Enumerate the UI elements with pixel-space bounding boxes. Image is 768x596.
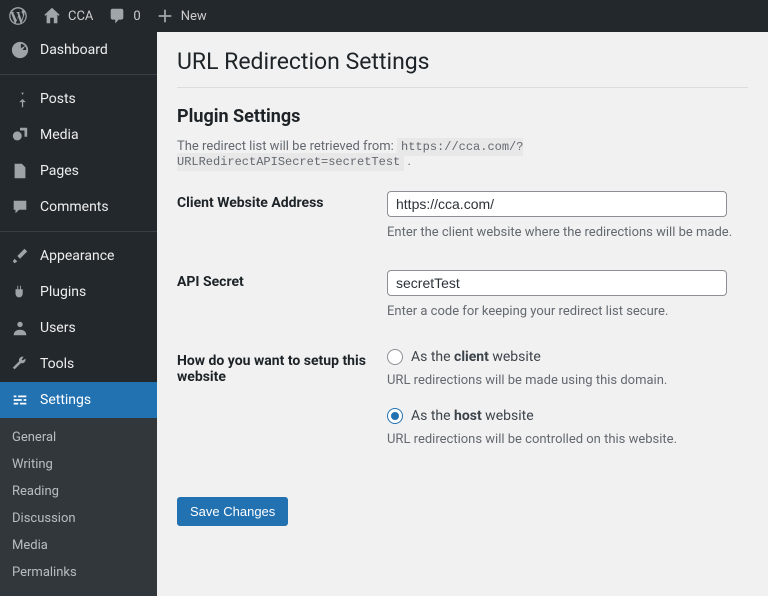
menu-separator xyxy=(0,231,157,232)
row-api-secret: API Secret Enter a code for keeping your… xyxy=(177,270,748,319)
radio-client-website[interactable]: As the client website xyxy=(387,349,748,365)
home-icon xyxy=(42,6,62,26)
comment-count: 0 xyxy=(133,9,140,24)
title-divider xyxy=(177,87,748,88)
sidebar-item-users[interactable]: Users xyxy=(0,310,157,346)
sidebar-item-appearance[interactable]: Appearance xyxy=(0,238,157,274)
comment-icon xyxy=(107,6,127,26)
sidebar-item-label: Settings xyxy=(40,392,91,408)
help-api-secret: Enter a code for keeping your redirect l… xyxy=(387,304,748,319)
radio-icon xyxy=(387,349,403,365)
help-client-address: Enter the client website where the redir… xyxy=(387,225,748,240)
help-client-mode: URL redirections will be made using this… xyxy=(387,373,748,388)
sidebar-item-label: Tools xyxy=(40,356,74,372)
submenu-item-media[interactable]: Media xyxy=(0,532,157,559)
submenu-item-general[interactable]: General xyxy=(0,424,157,451)
page-title: URL Redirection Settings xyxy=(177,48,748,75)
sidebar-item-label: Appearance xyxy=(40,248,114,264)
submenu-item-permalinks[interactable]: Permalinks xyxy=(0,559,157,586)
sidebar-item-dashboard[interactable]: Dashboard xyxy=(0,32,157,68)
sidebar-item-label: Posts xyxy=(40,91,76,107)
section-heading: Plugin Settings xyxy=(177,106,748,127)
pin-icon xyxy=(10,89,30,109)
input-api-secret[interactable] xyxy=(387,270,727,296)
row-setup-mode: How do you want to setup this website As… xyxy=(177,349,748,467)
sidebar-item-plugins[interactable]: Plugins xyxy=(0,274,157,310)
wrench-icon xyxy=(10,354,30,374)
dashboard-icon xyxy=(10,40,30,60)
radio-label: As the client website xyxy=(411,349,541,365)
wp-logo[interactable] xyxy=(8,6,28,26)
sidebar-item-label: Users xyxy=(40,320,76,336)
sidebar-item-label: Dashboard xyxy=(40,42,108,58)
plugin-icon xyxy=(10,282,30,302)
comments-link[interactable]: 0 xyxy=(107,6,140,26)
radio-label: As the host website xyxy=(411,408,534,424)
submenu-item-reading[interactable]: Reading xyxy=(0,478,157,505)
lead-text: The redirect list will be retrieved from… xyxy=(177,139,748,169)
label-api-secret: API Secret xyxy=(177,270,387,290)
main-content: URL Redirection Settings Plugin Settings… xyxy=(157,32,768,576)
input-client-address[interactable] xyxy=(387,191,727,217)
page-icon xyxy=(10,161,30,181)
comments-icon xyxy=(10,197,30,217)
save-button[interactable]: Save Changes xyxy=(177,497,288,526)
user-icon xyxy=(10,318,30,338)
sidebar-item-tools[interactable]: Tools xyxy=(0,346,157,382)
media-icon xyxy=(10,125,30,145)
sidebar-item-label: Pages xyxy=(40,163,79,179)
row-client-address: Client Website Address Enter the client … xyxy=(177,191,748,240)
label-client-address: Client Website Address xyxy=(177,191,387,211)
radio-host-website[interactable]: As the host website xyxy=(387,408,748,424)
label-setup-mode: How do you want to setup this website xyxy=(177,349,387,385)
sidebar-item-label: Plugins xyxy=(40,284,86,300)
sidebar-item-posts[interactable]: Posts xyxy=(0,81,157,117)
help-host-mode: URL redirections will be controlled on t… xyxy=(387,432,748,447)
sidebar-item-label: Media xyxy=(40,127,79,143)
submenu-item-writing[interactable]: Writing xyxy=(0,451,157,478)
sidebar-item-media[interactable]: Media xyxy=(0,117,157,153)
plus-icon xyxy=(155,6,175,26)
sidebar-item-settings[interactable]: Settings xyxy=(0,382,157,418)
brush-icon xyxy=(10,246,30,266)
settings-submenu: General Writing Reading Discussion Media… xyxy=(0,418,157,596)
sidebar-item-label: Comments xyxy=(40,199,109,215)
lead-prefix: The redirect list will be retrieved from… xyxy=(177,139,397,154)
site-name: CCA xyxy=(68,9,93,24)
new-content-link[interactable]: New xyxy=(155,6,207,26)
wordpress-icon xyxy=(8,6,28,26)
admin-toolbar: CCA 0 New xyxy=(0,0,768,32)
submenu-item-discussion[interactable]: Discussion xyxy=(0,505,157,532)
lead-suffix: . xyxy=(404,154,411,169)
site-home-link[interactable]: CCA xyxy=(42,6,93,26)
sliders-icon xyxy=(10,390,30,410)
sidebar-item-pages[interactable]: Pages xyxy=(0,153,157,189)
sidebar-item-comments[interactable]: Comments xyxy=(0,189,157,225)
new-label: New xyxy=(181,9,207,24)
menu-separator xyxy=(0,74,157,75)
admin-sidebar: Dashboard Posts Media Pages Comments App… xyxy=(0,32,157,576)
radio-icon-checked xyxy=(387,408,403,424)
